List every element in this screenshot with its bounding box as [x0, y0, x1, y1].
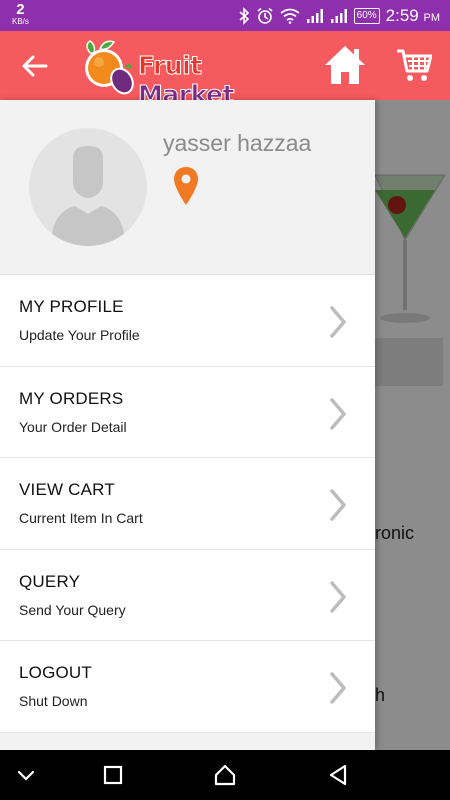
chevron-right-icon — [330, 397, 346, 430]
menu-item-my-orders[interactable]: MY ORDERS Your Order Detail — [0, 366, 375, 459]
chevron-down-icon[interactable] — [14, 763, 38, 787]
menu-item-title: MY ORDERS — [19, 388, 124, 408]
menu-item-title: MY PROFILE — [19, 297, 124, 316]
clock: 2:59 PM — [386, 6, 440, 26]
avatar[interactable] — [29, 128, 147, 246]
back-arrow-icon[interactable] — [20, 51, 50, 81]
app-logo: Fruit Market — [80, 35, 272, 110]
drawer-menu: MY PROFILE Update Your Profile MY ORDERS… — [0, 275, 375, 733]
menu-item-view-cart[interactable]: VIEW CART Current Item In Cart — [0, 458, 375, 550]
fruit-logo-icon — [85, 40, 134, 95]
wifi-icon — [280, 8, 300, 24]
menu-item-subtitle: Send Your Query — [19, 601, 126, 618]
navigation-drawer: yasser hazzaa MY PROFILE Update Your Pro… — [0, 100, 375, 750]
chevron-right-icon — [330, 672, 346, 705]
chevron-right-icon — [330, 489, 346, 521]
bluetooth-icon — [239, 6, 249, 25]
chevron-right-icon — [330, 306, 346, 338]
app-bar: Fruit Market — [0, 31, 450, 110]
menu-item-title: QUERY — [19, 571, 81, 591]
alarm-icon — [257, 7, 273, 24]
profile-header: yasser hazzaa — [0, 100, 375, 275]
drawer-scrim[interactable] — [375, 100, 450, 750]
network-speed-value: 2 — [16, 1, 25, 18]
menu-item-query[interactable]: QUERY Send Your Query — [0, 549, 375, 642]
recents-square-icon[interactable] — [101, 763, 125, 787]
menu-item-title: LOGOUT — [19, 663, 92, 683]
location-pin-icon[interactable] — [173, 166, 199, 206]
clock-time: 2:59 — [385, 5, 419, 25]
user-name: yasser hazzaa — [163, 130, 312, 156]
signal-icon-1 — [306, 8, 323, 23]
back-triangle-icon[interactable] — [326, 763, 350, 787]
screen: 2 KB/s 60% 2:59 PM Fruit Market ronic h … — [0, 0, 450, 800]
chevron-right-icon — [330, 581, 346, 613]
network-speed: 2 KB/s — [12, 2, 29, 26]
menu-item-subtitle: Current Item In Cart — [19, 510, 143, 527]
user-silhouette-icon — [51, 146, 125, 246]
menu-item-my-profile[interactable]: MY PROFILE Update Your Profile — [0, 275, 375, 367]
home-icon[interactable] — [323, 44, 367, 86]
battery-indicator: 60% — [353, 7, 380, 24]
status-icons: 60% 2:59 PM — [238, 0, 440, 31]
shopping-cart-icon[interactable] — [396, 47, 432, 83]
menu-item-title: VIEW CART — [19, 480, 115, 500]
system-nav-bar — [0, 750, 450, 800]
logo-word-fruit: Fruit — [138, 51, 203, 81]
menu-item-subtitle: Shut Down — [19, 693, 88, 710]
menu-item-logout[interactable]: LOGOUT Shut Down — [0, 641, 375, 733]
status-bar: 2 KB/s 60% 2:59 PM — [0, 0, 450, 31]
network-speed-unit: KB/s — [12, 17, 29, 26]
clock-ampm: PM — [423, 11, 441, 24]
home-outline-icon[interactable] — [213, 763, 237, 787]
menu-item-subtitle: Your Order Detail — [19, 418, 127, 435]
menu-item-subtitle: Update Your Profile — [19, 327, 140, 343]
signal-icon-2 — [330, 8, 347, 23]
